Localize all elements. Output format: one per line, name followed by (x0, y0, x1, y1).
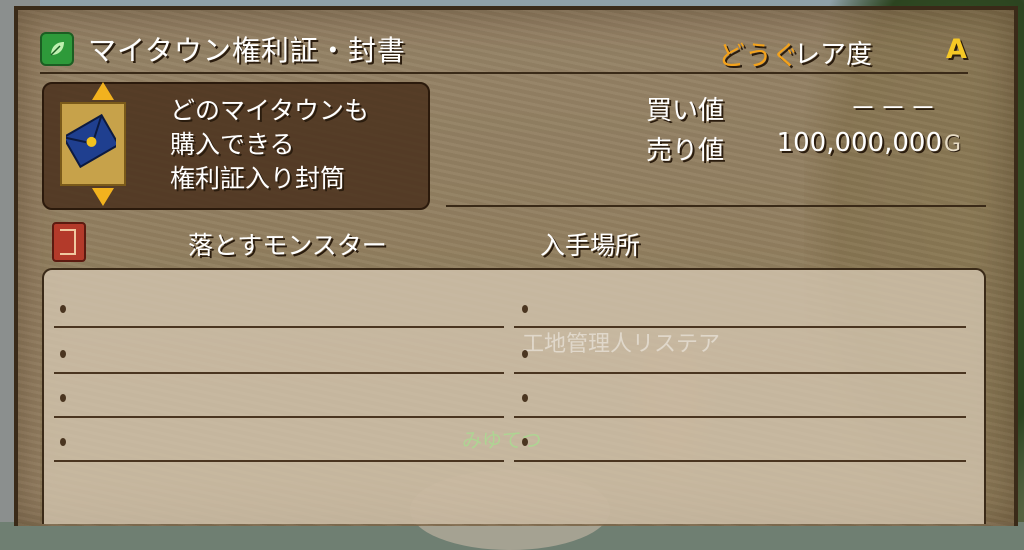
row-rule (54, 326, 504, 328)
bullet (522, 350, 528, 358)
location-header: 入手場所 (540, 231, 641, 260)
leaf-icon (40, 32, 74, 66)
sell-price-value: 100,000,000 (776, 128, 942, 158)
rarity-value: A (946, 34, 967, 65)
next-item-arrow-icon[interactable] (92, 188, 114, 206)
row-rule (54, 372, 504, 374)
drop-monster-header: 落とすモンスター (188, 231, 387, 260)
title-divider (40, 72, 968, 74)
bullet (60, 394, 66, 402)
bullet (522, 438, 528, 446)
bullet (60, 305, 66, 313)
row-rule (54, 460, 504, 462)
item-title-row: マイタウン権利証・封書 (40, 28, 406, 70)
previous-item-arrow-icon[interactable] (92, 82, 114, 100)
row-rule (514, 326, 966, 328)
row-rule (514, 372, 966, 374)
description-line: 購入できる (170, 130, 295, 159)
player-name-tag: みゆてつ (462, 428, 542, 452)
bullet (60, 438, 66, 446)
item-category: どうぐ (718, 41, 799, 72)
background-sign-text: 工地管理人リステア (522, 332, 721, 357)
row-rule (514, 416, 966, 418)
description-line: どのマイタウンも (170, 96, 370, 125)
buy-price-label: 買い値 (646, 96, 725, 126)
gold-unit: G (944, 132, 962, 157)
price-divider (446, 205, 986, 207)
bullet (522, 305, 528, 313)
row-rule (514, 460, 966, 462)
sell-price-label: 売り値 (646, 136, 725, 166)
bullet (60, 350, 66, 358)
item-name: マイタウン権利証・封書 (88, 34, 406, 67)
rarity-label: レア度 (794, 40, 873, 70)
buy-price-value: －－－ (849, 94, 940, 124)
description-line: 権利証入り封筒 (170, 164, 346, 193)
envelope-icon (66, 113, 116, 169)
bullet (522, 394, 528, 402)
monster-book-icon[interactable] (52, 222, 86, 262)
item-description: どのマイタウンも 購入できる 権利証入り封筒 (170, 94, 369, 196)
source-list (42, 268, 986, 524)
row-rule (54, 416, 504, 418)
